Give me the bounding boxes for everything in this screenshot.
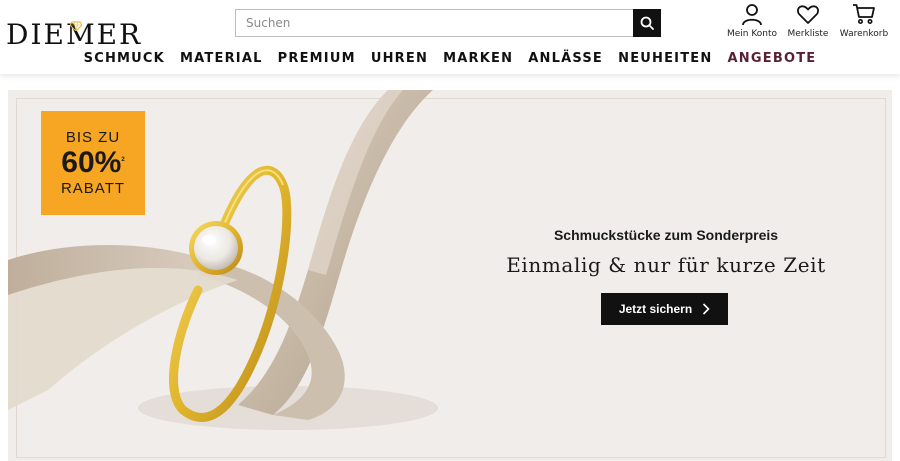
promo-banner[interactable]: BIS ZU 60%2 RABATT Schmuckstücke zum Son… xyxy=(8,90,892,461)
banner-subtitle: Schmuckstücke zum Sonderpreis xyxy=(553,227,779,243)
search-icon xyxy=(640,16,654,30)
badge-percent: 60%2 xyxy=(61,146,125,179)
gem-icon xyxy=(70,21,82,31)
badge-line3: RABATT xyxy=(60,180,126,197)
badge-footnote: 2 xyxy=(121,157,125,163)
banner-title: Einmalig & nur für kurze Zeit xyxy=(506,253,826,277)
badge-line1: BIS ZU xyxy=(65,129,121,146)
cta-button[interactable]: Jetzt sichern xyxy=(601,293,728,325)
account-button[interactable]: Mein Konto xyxy=(724,2,780,39)
banner-text: Schmuckstücke zum Sonderpreis Einmalig &… xyxy=(486,227,846,277)
search-box xyxy=(235,9,661,37)
nav-item-schmuck[interactable]: SCHMUCK xyxy=(84,51,165,66)
wishlist-label: Merkliste xyxy=(787,29,829,39)
cta-label: Jetzt sichern xyxy=(618,302,693,316)
cart-icon xyxy=(853,4,875,24)
nav-item-marken[interactable]: MARKEN xyxy=(443,51,513,66)
wishlist-button[interactable]: Merkliste xyxy=(780,2,836,39)
nav-item-neuheiten[interactable]: NEUHEITEN xyxy=(618,51,712,66)
heart-icon xyxy=(797,5,819,24)
main-navigation: SCHMUCK MATERIAL PREMIUM UHREN MARKEN AN… xyxy=(0,47,900,66)
chevron-right-icon xyxy=(703,303,710,315)
nav-item-anlaesse[interactable]: ANLÄSSE xyxy=(528,51,603,66)
nav-item-premium[interactable]: PREMIUM xyxy=(278,51,356,66)
nav-item-angebote[interactable]: ANGEBOTE xyxy=(728,51,817,66)
header-actions: Mein Konto Merkliste Warenkorb xyxy=(724,2,892,39)
user-icon xyxy=(742,4,762,26)
discount-badge: BIS ZU 60%2 RABATT xyxy=(41,111,145,215)
site-header: DIEMER Mein Konto Merkliste xyxy=(0,0,900,74)
nav-item-uhren[interactable]: UHREN xyxy=(371,51,428,66)
nav-item-material[interactable]: MATERIAL xyxy=(180,51,263,66)
account-label: Mein Konto xyxy=(726,29,778,39)
cart-button[interactable]: Warenkorb xyxy=(836,2,892,39)
search-button[interactable] xyxy=(633,9,661,37)
cart-label: Warenkorb xyxy=(839,29,889,39)
search-input[interactable] xyxy=(236,10,634,36)
